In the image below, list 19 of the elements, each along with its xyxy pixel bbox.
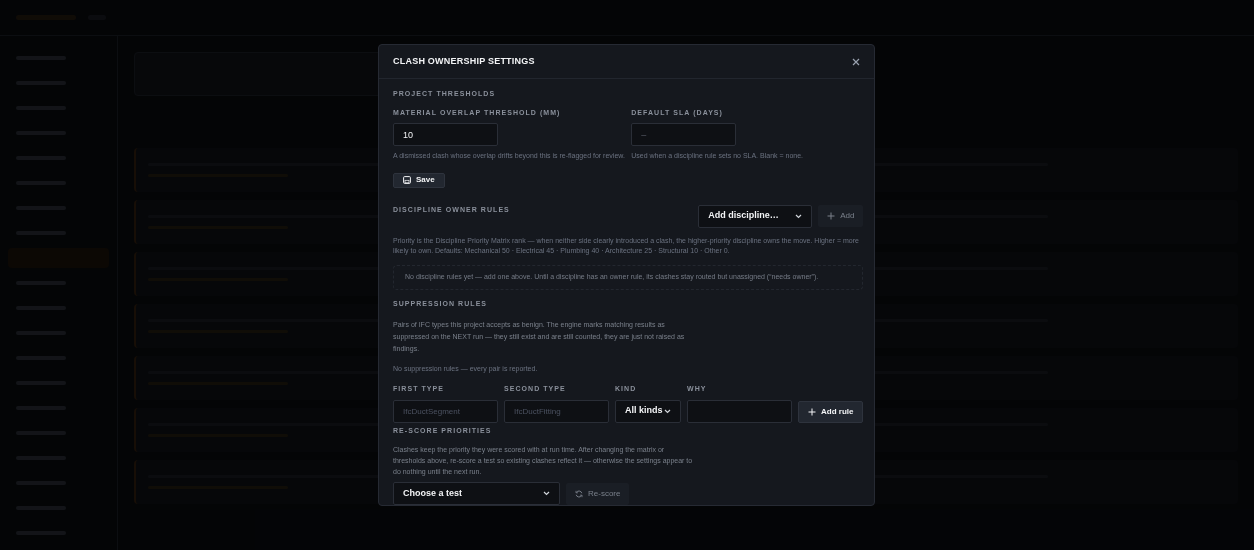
input-field[interactable]: – xyxy=(631,123,737,146)
refresh-icon xyxy=(575,489,583,498)
plus-icon xyxy=(808,407,816,416)
discipline-select[interactable]: Add discipline… xyxy=(698,204,813,228)
chevron-icon xyxy=(795,213,803,219)
close-icon[interactable] xyxy=(852,57,860,66)
test-select[interactable]: Choose a test xyxy=(393,482,560,505)
input-field[interactable] xyxy=(687,399,792,423)
input-field[interactable]: IfcDuctSegment xyxy=(393,399,498,423)
input-field[interactable]: IfcDuctFitting xyxy=(504,399,609,423)
floppy-disk-icon xyxy=(403,176,411,184)
chevron-icon xyxy=(664,408,671,414)
kind-select[interactable]: All kinds xyxy=(615,399,681,423)
input-field[interactable]: 10 xyxy=(393,123,498,146)
plus-icon xyxy=(827,212,836,221)
add-rule-button[interactable]: Add rule xyxy=(798,400,864,423)
chevron-icon xyxy=(543,491,550,496)
save-button[interactable]: Save xyxy=(393,172,445,188)
dialog-title: CLASH OWNERSHIP SETTINGS xyxy=(393,54,535,68)
